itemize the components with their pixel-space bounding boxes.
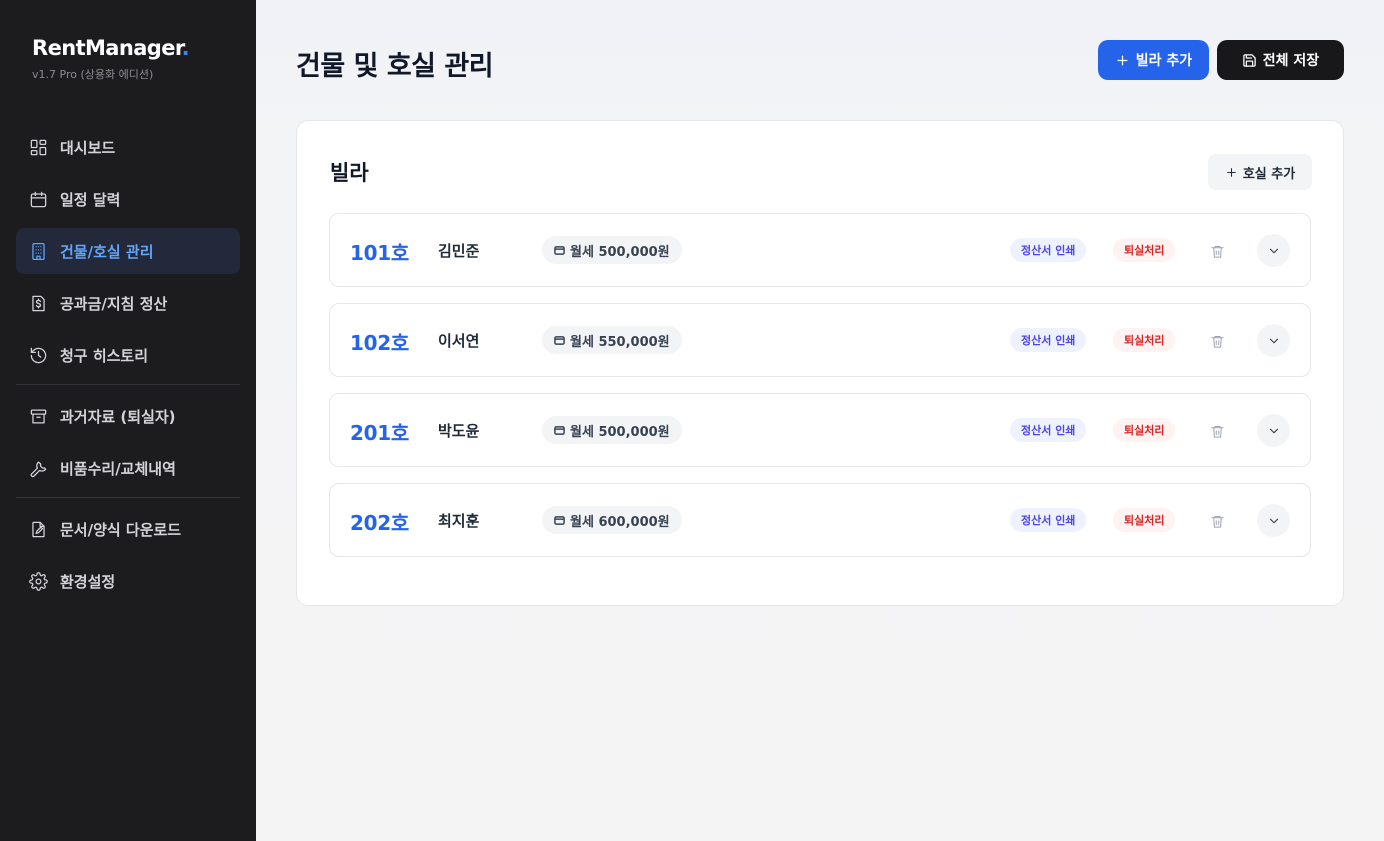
save-all-button[interactable]: 전체 저장 xyxy=(1217,40,1344,80)
chevron-down-icon[interactable] xyxy=(1257,414,1290,447)
history-icon xyxy=(28,345,48,365)
sidebar-item-buildings[interactable]: 건물/호실 관리 xyxy=(16,228,240,274)
trash-icon[interactable] xyxy=(1206,510,1228,532)
print-statement-button[interactable]: 정산서 인쇄 xyxy=(1010,328,1087,352)
print-statement-button[interactable]: 정산서 인쇄 xyxy=(1010,418,1087,442)
building-icon xyxy=(28,241,48,261)
gear-icon xyxy=(28,571,48,591)
rent-amount: 월세 550,000원 xyxy=(570,334,670,350)
sidebar-item-label: 청구 히스토리 xyxy=(60,346,149,365)
chevron-down-icon[interactable] xyxy=(1257,504,1290,537)
sidebar-nav: 대시보드 일정 달력 건물/호실 관리 공과금/지침 정산 청구 히스토리 과거… xyxy=(16,124,240,610)
sidebar-item-label: 비품수리/교체내역 xyxy=(60,459,176,478)
plus-icon xyxy=(1117,55,1128,65)
trash-icon[interactable] xyxy=(1206,330,1228,352)
sidebar-item-label: 과거자료 (퇴실자) xyxy=(60,407,176,426)
trash-icon[interactable] xyxy=(1206,420,1228,442)
add-villa-button[interactable]: 빌라 추가 xyxy=(1098,40,1209,80)
print-statement-button[interactable]: 정산서 인쇄 xyxy=(1010,238,1087,262)
rent-badge: 월세 550,000원 xyxy=(542,326,682,354)
sidebar-item-settings[interactable]: 환경설정 xyxy=(16,558,240,604)
building-name: 빌라 xyxy=(330,161,369,185)
save-all-label: 전체 저장 xyxy=(1262,53,1320,69)
brand-logo[interactable]: RentManager. xyxy=(32,36,190,60)
sidebar-item-label: 환경설정 xyxy=(60,572,116,591)
sidebar-item-label: 일정 달력 xyxy=(60,190,121,209)
sidebar-item-archive[interactable]: 과거자료 (퇴실자) xyxy=(16,393,240,439)
chevron-down-icon[interactable] xyxy=(1257,324,1290,357)
sidebar-divider xyxy=(16,384,240,385)
sidebar-divider xyxy=(16,497,240,498)
add-room-label: 호실 추가 xyxy=(1242,166,1296,182)
room-number: 201호 xyxy=(350,421,409,445)
save-icon xyxy=(1243,53,1256,67)
sidebar: RentManager. v1.7 Pro (상용화 에디션) 대시보드 일정 … xyxy=(0,0,256,841)
archive-icon xyxy=(28,406,48,426)
move-out-button[interactable]: 퇴실처리 xyxy=(1113,418,1176,442)
receipt-dollar-icon xyxy=(28,293,48,313)
room-number: 202호 xyxy=(350,511,409,535)
sidebar-item-label: 대시보드 xyxy=(60,138,116,157)
print-statement-button[interactable]: 정산서 인쇄 xyxy=(1010,508,1087,532)
wallet-icon xyxy=(554,245,565,255)
sidebar-item-documents[interactable]: 문서/양식 다운로드 xyxy=(16,506,240,552)
tenant-name: 최지훈 xyxy=(438,512,480,530)
move-out-button[interactable]: 퇴실처리 xyxy=(1113,508,1176,532)
move-out-button[interactable]: 퇴실처리 xyxy=(1113,328,1176,352)
room-row[interactable]: 101호 김민준 월세 500,000원 정산서 인쇄 퇴실처리 xyxy=(329,213,1311,287)
wallet-icon xyxy=(554,515,565,525)
add-villa-label: 빌라 추가 xyxy=(1135,53,1193,69)
move-out-button[interactable]: 퇴실처리 xyxy=(1113,238,1176,262)
rent-badge: 월세 600,000원 xyxy=(542,506,682,534)
room-row[interactable]: 202호 최지훈 월세 600,000원 정산서 인쇄 퇴실처리 xyxy=(329,483,1311,557)
room-number: 102호 xyxy=(350,331,409,355)
sidebar-item-dashboard[interactable]: 대시보드 xyxy=(16,124,240,170)
wallet-icon xyxy=(554,335,565,345)
sidebar-item-label: 건물/호실 관리 xyxy=(60,242,154,261)
sidebar-item-calendar[interactable]: 일정 달력 xyxy=(16,176,240,222)
rent-amount: 월세 600,000원 xyxy=(570,514,670,530)
wrench-icon xyxy=(28,458,48,478)
room-row[interactable]: 102호 이서연 월세 550,000원 정산서 인쇄 퇴실처리 xyxy=(329,303,1311,377)
document-edit-icon xyxy=(28,519,48,539)
chevron-down-icon[interactable] xyxy=(1257,234,1290,267)
room-row[interactable]: 201호 박도윤 월세 500,000원 정산서 인쇄 퇴실처리 xyxy=(329,393,1311,467)
plus-icon xyxy=(1226,167,1236,177)
sidebar-item-label: 공과금/지침 정산 xyxy=(60,294,168,313)
add-room-button[interactable]: 호실 추가 xyxy=(1208,154,1312,190)
trash-icon[interactable] xyxy=(1206,240,1228,262)
building-card: 빌라 호실 추가 101호 김민준 월세 500,000원 정산서 인쇄 퇴실처… xyxy=(296,120,1344,606)
app-version: v1.7 Pro (상용화 에디션) xyxy=(32,68,154,81)
rent-amount: 월세 500,000원 xyxy=(570,244,670,260)
brand: RentManager. v1.7 Pro (상용화 에디션) xyxy=(32,36,190,82)
brand-name: RentManager xyxy=(32,36,182,60)
rent-amount: 월세 500,000원 xyxy=(570,424,670,440)
wallet-icon xyxy=(554,425,565,435)
page-title: 건물 및 호실 관리 xyxy=(296,51,494,82)
brand-dot: . xyxy=(181,36,190,60)
rent-badge: 월세 500,000원 xyxy=(542,236,682,264)
main-content: 건물 및 호실 관리 빌라 추가 전체 저장 빌라 호실 추가 101호 김민준… xyxy=(256,0,1384,841)
dashboard-grid-icon xyxy=(28,137,48,157)
sidebar-item-repairs[interactable]: 비품수리/교체내역 xyxy=(16,445,240,491)
tenant-name: 이서연 xyxy=(438,332,480,350)
sidebar-item-label: 문서/양식 다운로드 xyxy=(60,520,182,539)
sidebar-item-utilities[interactable]: 공과금/지침 정산 xyxy=(16,280,240,326)
room-number: 101호 xyxy=(350,241,409,265)
rent-badge: 월세 500,000원 xyxy=(542,416,682,444)
sidebar-item-history[interactable]: 청구 히스토리 xyxy=(16,332,240,378)
tenant-name: 박도윤 xyxy=(438,422,480,440)
tenant-name: 김민준 xyxy=(438,242,480,260)
calendar-icon xyxy=(28,189,48,209)
